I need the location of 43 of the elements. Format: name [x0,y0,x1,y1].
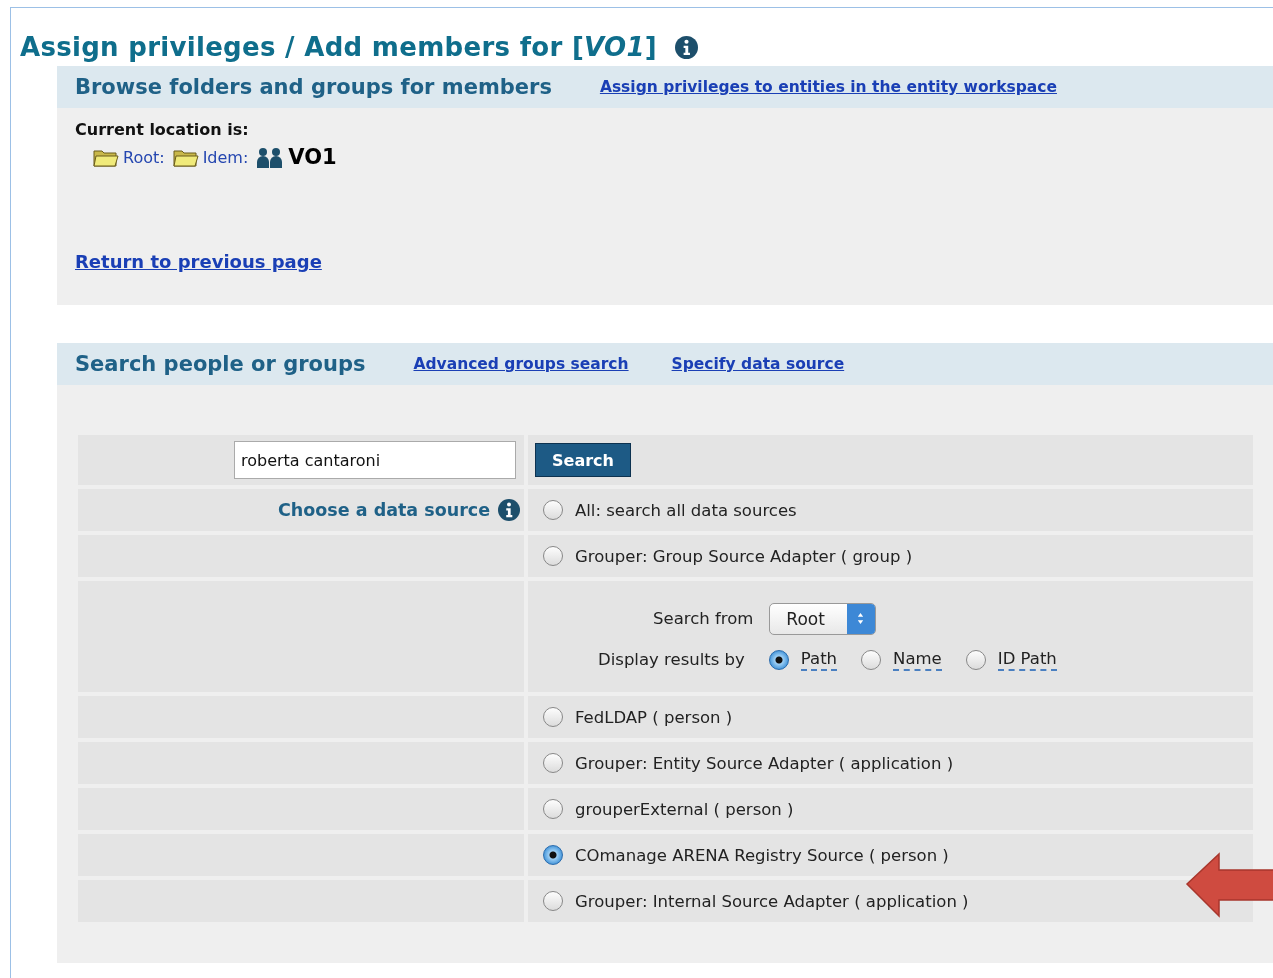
header-link[interactable]: Advanced groups search [413,355,629,373]
radio-button[interactable] [543,891,563,911]
radio-button[interactable] [543,500,563,520]
workspace-link[interactable]: Assign privileges to entities in the entity workspace [599,78,1057,96]
breadcrumb-link[interactable]: Idem: [202,147,249,167]
folder-icon [172,147,199,167]
data-source-label: Choose a data source [278,500,490,520]
option-label: ID Path [997,648,1057,671]
source-label: Grouper: Entity Source Adapter ( application ) [575,753,954,773]
stepper-icon [846,603,875,634]
source-label: Grouper: Group Source Adapter ( group ) [575,546,913,566]
display-label: Display results by [598,650,745,669]
location-label: Current location is: [75,120,250,139]
radio-button[interactable] [543,546,563,566]
people-icon [256,146,285,168]
source-label: COmanage ARENA Registry Source ( person ) [575,845,949,865]
source-label: Grouper: Internal Source Adapter ( application ) [575,891,969,911]
breadcrumb-link[interactable]: Root: [123,147,165,167]
folder-select[interactable]: Root [769,602,876,635]
option-label: Path [800,648,838,671]
radio-button[interactable] [543,799,563,819]
return-link[interactable]: Return to previous page [75,251,322,272]
source-label: All: search all data sources [575,500,797,520]
option-label: Name [893,648,942,671]
source-label: FedLDAP ( person ) [575,707,733,727]
header-link[interactable]: Specify data source [671,355,845,373]
radio-button[interactable] [965,649,986,670]
search-button[interactable]: Search [535,443,631,477]
radio-button[interactable] [861,649,882,670]
radio-button[interactable] [543,753,563,773]
search-field[interactable]: roberta cantaroni [234,441,516,479]
radio-button[interactable] [768,649,789,670]
group-name: VO1 [288,145,337,169]
info-icon[interactable] [498,499,520,521]
info-icon[interactable] [675,35,699,59]
radio-button[interactable] [543,707,563,727]
section-heading: Search people or groups [75,352,366,376]
source-label: grouperExternal ( person ) [575,799,794,819]
folder-icon [93,147,119,167]
section-heading: Browse folders and groups for members [75,75,552,99]
search-from-label: Search from [653,609,754,628]
page-title: Assign privileges / Add members for [VO1] [20,32,658,62]
radio-button[interactable] [543,845,563,865]
